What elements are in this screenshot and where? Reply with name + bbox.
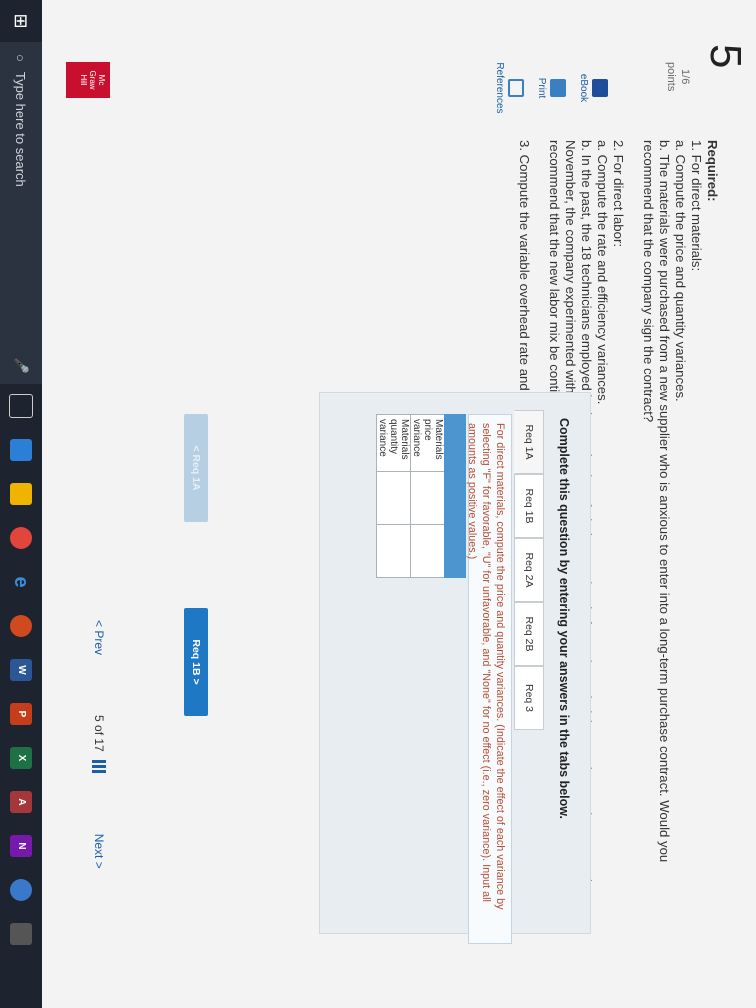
microphone-icon[interactable]: 🎤 (13, 358, 29, 374)
excel-icon[interactable]: X (0, 736, 42, 780)
req-2a-line: a. Compute the rate and efficiency varia… (595, 140, 610, 405)
row-label: Materials quantity variance (376, 414, 411, 472)
tab-navigation: < Req 1A Req 1B > (184, 414, 208, 716)
prev-tab-button[interactable]: < Req 1A (184, 414, 208, 522)
variance-table: Materials price variance Materials quant… (376, 414, 466, 578)
onenote-icon[interactable]: N (0, 824, 42, 868)
references-label: References (494, 62, 505, 114)
screen: 5 1/6 points eBook Print References Mc Gr… (0, 0, 756, 1008)
search-placeholder: Type here to search (13, 71, 29, 187)
next-question-link[interactable]: Next > (92, 834, 106, 869)
chrome-icon[interactable] (0, 516, 42, 560)
cortana-circle-icon: ○ (13, 54, 29, 62)
left-rail: 5 1/6 points eBook Print References Mc Gr… (42, 0, 756, 125)
req-1-line: 1. For direct materials: (689, 140, 704, 272)
printer-icon (550, 79, 566, 97)
complete-instruction: Complete this question by entering your … (557, 418, 571, 819)
table-header (444, 414, 466, 578)
prev-question-link[interactable]: < Prev (92, 620, 106, 655)
ebook-label: eBook (578, 73, 589, 103)
amount-input[interactable] (376, 471, 411, 525)
store-icon[interactable] (0, 428, 42, 472)
book-icon (592, 79, 608, 97)
windows-start-icon[interactable]: ⊞ (0, 0, 42, 42)
powerpoint-icon[interactable]: P (0, 692, 42, 736)
print-button[interactable]: Print (536, 58, 566, 118)
taskbar-search[interactable]: ○ Type here to search 🎤 (0, 42, 42, 384)
pager-position[interactable]: 5 of 17 (92, 715, 106, 774)
points-value: 1/6 (679, 69, 691, 85)
question-number: 5 (701, 44, 750, 69)
requirement-tabs: Req 1A Req 1B Req 2A Req 2B Req 3 (514, 410, 544, 730)
tab-req-3[interactable]: Req 3 (514, 666, 544, 730)
tab-instructions: For direct materials, compute the price … (466, 414, 512, 944)
amount-input[interactable] (410, 471, 445, 525)
table-row: Materials price variance (410, 414, 445, 578)
question-pager: < Prev 5 of 17 Next > (92, 620, 106, 869)
references-button[interactable]: References (494, 58, 524, 118)
edge-icon[interactable]: e (0, 560, 42, 604)
taskbar: ⊞ ○ Type here to search 🎤 e W P X A N (0, 0, 42, 1008)
req-1a-line: a. Compute the price and quantity varian… (673, 140, 688, 402)
table-header-cell (444, 414, 466, 578)
browser-icon[interactable] (0, 868, 42, 912)
tab-req-1a[interactable]: Req 1A (514, 410, 544, 474)
task-view-icon[interactable] (0, 384, 42, 428)
points-info: 1/6 points (664, 62, 692, 91)
row-label: Materials price variance (410, 414, 445, 472)
req-2-line: 2. For direct labor: (611, 140, 626, 248)
references-icon (508, 79, 524, 97)
req-1b-line: b. The materials were purchased from a n… (657, 140, 672, 863)
file-explorer-icon[interactable] (0, 472, 42, 516)
pager-position-text: 5 of 17 (92, 715, 106, 752)
points-label: points (665, 62, 677, 92)
required-heading: Required: (705, 140, 720, 202)
req-1b-line-2: recommend that the company sign the cont… (641, 140, 656, 423)
effect-select[interactable] (410, 524, 445, 578)
tab-req-2a[interactable]: Req 2A (514, 538, 544, 602)
effect-select[interactable] (376, 524, 411, 578)
next-tab-button[interactable]: Req 1B > (184, 608, 208, 716)
tab-req-1b[interactable]: Req 1B (514, 474, 544, 538)
office-icon[interactable] (0, 604, 42, 648)
access-icon[interactable]: A (0, 780, 42, 824)
calculator-icon[interactable] (0, 912, 42, 956)
grid-icon (92, 759, 106, 774)
table-row: Materials quantity variance (376, 414, 411, 578)
tab-req-2b[interactable]: Req 2B (514, 602, 544, 666)
print-label: Print (536, 77, 547, 99)
word-icon[interactable]: W (0, 648, 42, 692)
mcgraw-hill-logo: Mc Graw Hill (66, 62, 110, 98)
ebook-button[interactable]: eBook (578, 58, 608, 118)
